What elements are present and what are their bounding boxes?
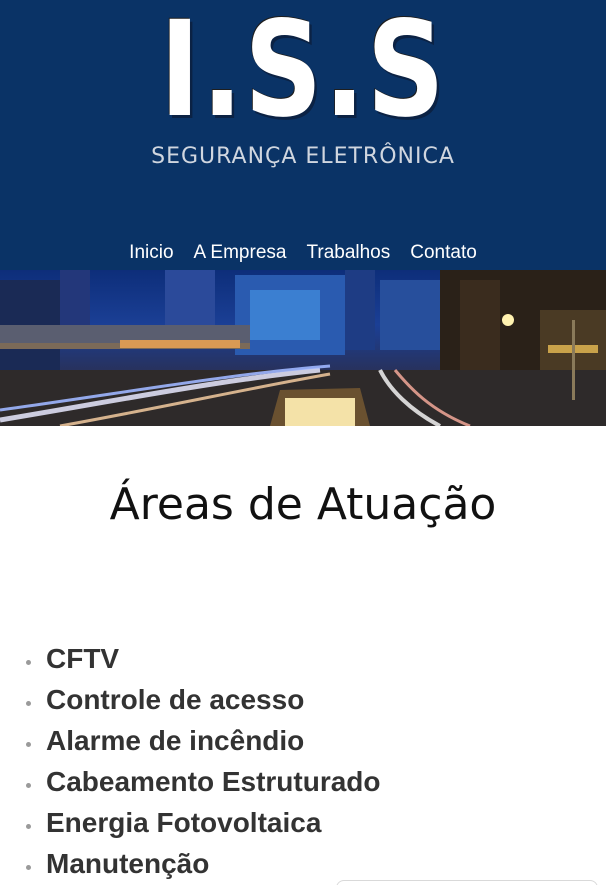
site-header: I.S.S SEGURANÇA ELETRÔNICA Inicio A Empr…: [0, 0, 606, 270]
list-item-label: Manutenção: [46, 848, 210, 879]
bullet-icon: [26, 824, 31, 829]
bullet-icon: [26, 701, 31, 706]
list-item: Cabeamento Estruturado: [22, 761, 582, 802]
list-item: Manutenção: [22, 843, 582, 884]
bullet-icon: [26, 783, 31, 788]
nav-item-contato[interactable]: Contato: [410, 238, 477, 268]
bullet-icon: [26, 742, 31, 747]
list-item: Energia Fotovoltaica: [22, 802, 582, 843]
nav-item-inicio[interactable]: Inicio: [129, 238, 173, 268]
logo-subtitle: SEGURANÇA ELETRÔNICA: [151, 144, 455, 169]
list-item-label: Controle de acesso: [46, 684, 305, 715]
nav-item-trabalhos[interactable]: Trabalhos: [306, 238, 390, 268]
bullet-icon: [26, 865, 31, 870]
list-item: CFTV: [22, 638, 582, 679]
list-item-label: Cabeamento Estruturado: [46, 766, 381, 797]
floating-widget-edge[interactable]: [336, 880, 598, 885]
city-night-image: [0, 270, 606, 426]
page-title: Áreas de Atuação: [109, 479, 497, 530]
list-item: Controle de acesso: [22, 679, 582, 720]
site-logo[interactable]: I.S.S SEGURANÇA ELETRÔNICA: [0, 0, 606, 200]
page: I.S.S SEGURANÇA ELETRÔNICA Inicio A Empr…: [0, 0, 606, 885]
city-night-banner: [0, 270, 606, 426]
logo-text: I.S.S: [159, 0, 447, 147]
nav-item-a-empresa[interactable]: A Empresa: [194, 238, 287, 268]
list-item-label: CFTV: [46, 643, 120, 674]
main-nav: Inicio A Empresa Trabalhos Contato: [0, 238, 606, 268]
list-item-label: Energia Fotovoltaica: [46, 807, 322, 838]
list-item-label: Alarme de incêndio: [46, 725, 305, 756]
bullet-icon: [26, 660, 31, 665]
list-item: Alarme de incêndio: [22, 720, 582, 761]
areas-list: CFTV Controle de acesso Alarme de incênd…: [22, 638, 582, 884]
